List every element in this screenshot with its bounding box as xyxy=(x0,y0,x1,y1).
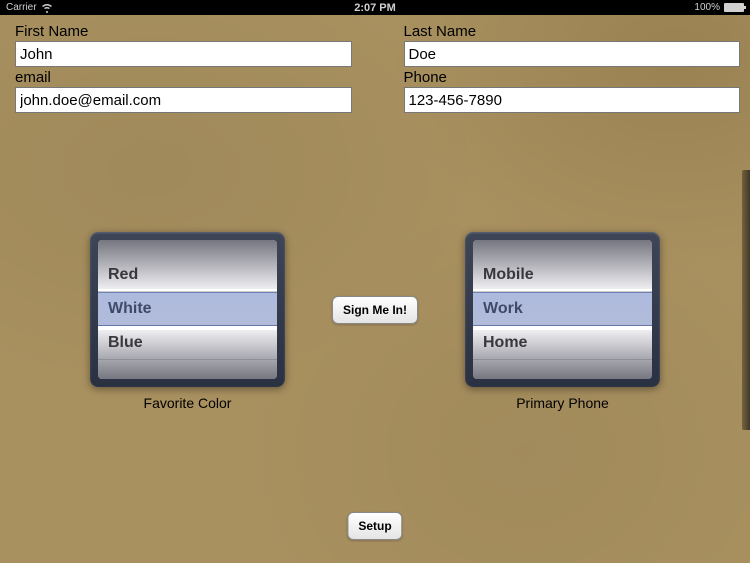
primary-phone-picker[interactable]: Mobile Work Home xyxy=(465,232,660,387)
color-picker-label: Favorite Color xyxy=(144,395,232,411)
picker-item[interactable]: Home xyxy=(473,326,652,360)
sign-in-button[interactable]: Sign Me In! xyxy=(332,296,418,324)
email-label: email xyxy=(15,69,352,86)
picker-section: Red White Blue Favorite Color Sign Me In… xyxy=(0,232,750,411)
form-grid: First Name Last Name email Phone xyxy=(15,23,740,113)
email-group: email xyxy=(15,69,352,113)
picker-item[interactable]: Mobile xyxy=(473,258,652,292)
right-edge-decoration xyxy=(742,170,750,430)
sign-in-wrap: Sign Me In! xyxy=(332,232,418,387)
picker-item[interactable]: Red xyxy=(98,258,277,292)
last-name-group: Last Name xyxy=(404,23,741,67)
status-bar: Carrier 2:07 PM 100% xyxy=(0,0,750,15)
phone-label: Phone xyxy=(404,69,741,86)
wifi-icon xyxy=(41,3,53,13)
email-input[interactable] xyxy=(15,87,352,113)
status-time: 2:07 PM xyxy=(354,2,396,14)
battery-label: 100% xyxy=(694,2,720,13)
carrier-label: Carrier xyxy=(6,2,37,13)
battery-icon xyxy=(724,3,744,12)
picker-item[interactable]: Blue xyxy=(98,326,277,360)
first-name-group: First Name xyxy=(15,23,352,67)
phone-input[interactable] xyxy=(404,87,741,113)
first-name-input[interactable] xyxy=(15,41,352,67)
phone-type-picker-label: Primary Phone xyxy=(516,395,609,411)
picker-item[interactable]: Work xyxy=(473,292,652,326)
setup-button[interactable]: Setup xyxy=(347,512,402,540)
color-picker-wrapper: Red White Blue Favorite Color xyxy=(90,232,285,411)
last-name-input[interactable] xyxy=(404,41,741,67)
first-name-label: First Name xyxy=(15,23,352,40)
setup-wrap: Setup xyxy=(347,512,402,540)
picker-item[interactable]: White xyxy=(98,292,277,326)
phone-group: Phone xyxy=(404,69,741,113)
last-name-label: Last Name xyxy=(404,23,741,40)
favorite-color-picker[interactable]: Red White Blue xyxy=(90,232,285,387)
phone-type-picker-wrapper: Mobile Work Home Primary Phone xyxy=(465,232,660,411)
